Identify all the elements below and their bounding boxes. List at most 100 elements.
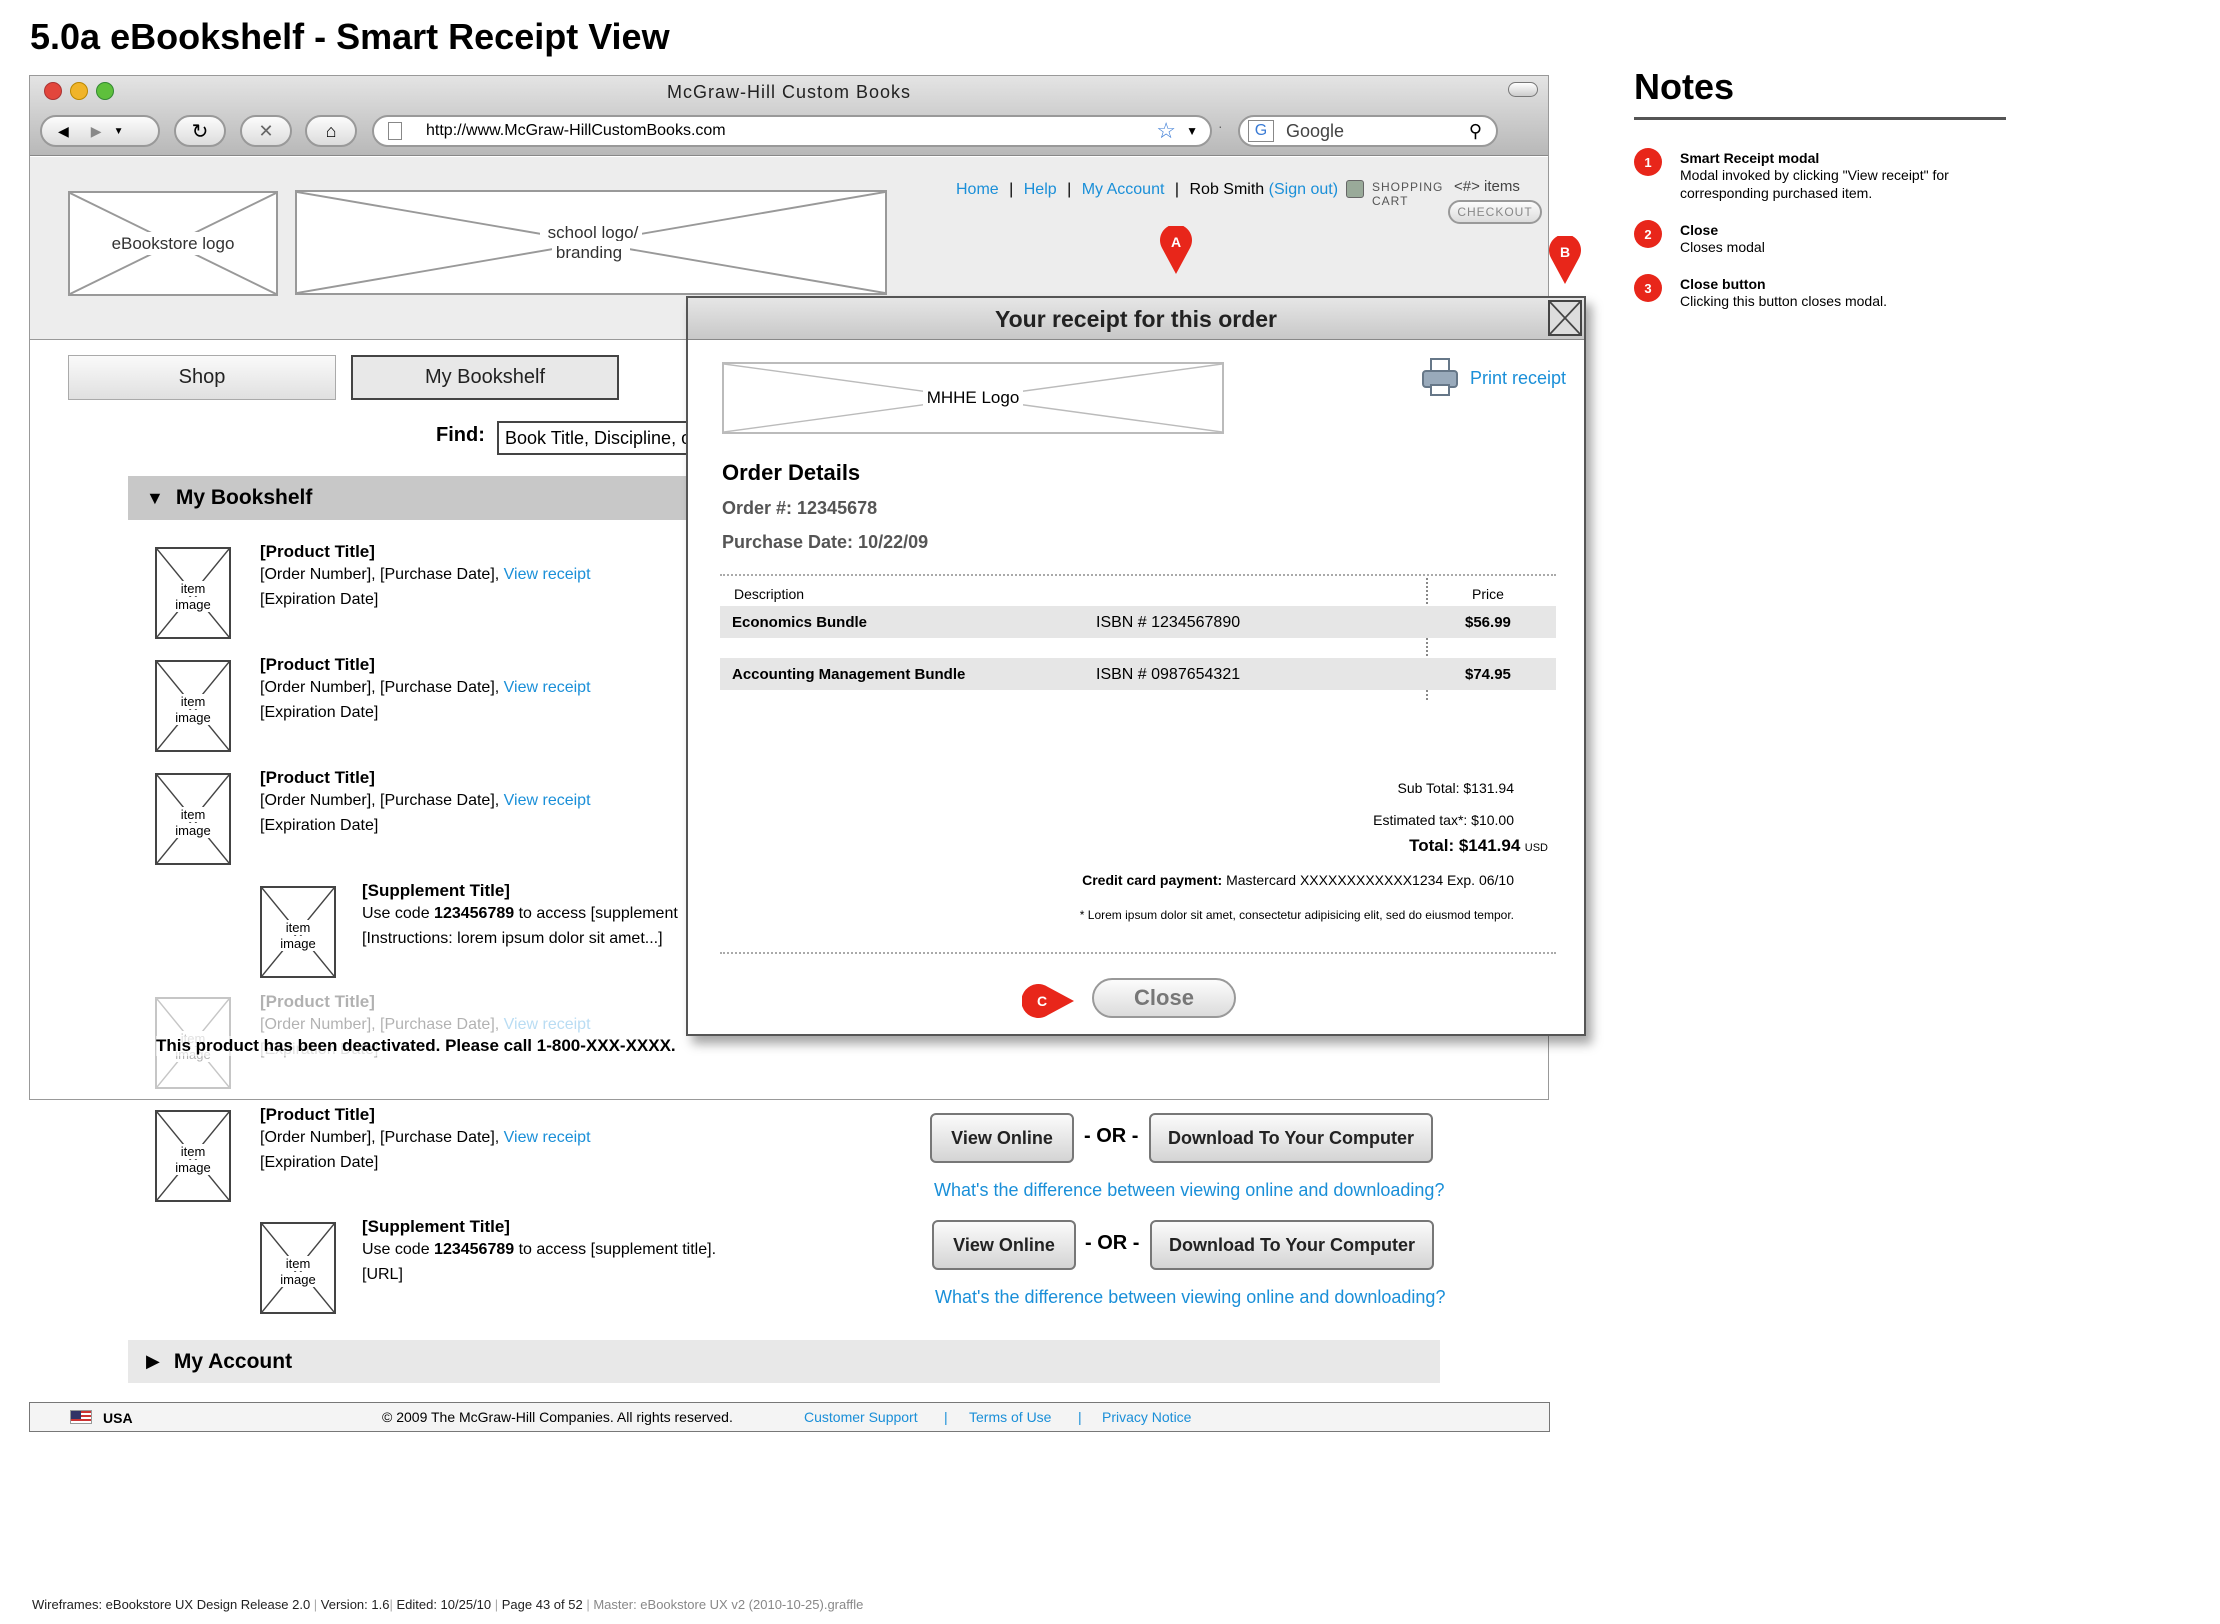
nav-signout-link[interactable]: Sign out xyxy=(1274,181,1333,198)
supplement-code: 123456789 xyxy=(434,905,515,922)
search-placeholder[interactable]: Google xyxy=(1286,121,1344,142)
close-button[interactable]: Close xyxy=(1092,978,1236,1018)
modal-close-icon[interactable] xyxy=(1548,300,1582,336)
supplement-title: [Supplement Title] xyxy=(362,1217,510,1236)
cart-icon[interactable] xyxy=(1346,180,1364,198)
customer-support-link[interactable]: Customer Support xyxy=(804,1409,918,1425)
view-receipt-link[interactable]: View receipt xyxy=(504,1129,591,1146)
view-online-button[interactable]: View Online xyxy=(930,1113,1074,1163)
tab-bookshelf[interactable]: My Bookshelf xyxy=(351,355,619,400)
expiration-date: [Expiration Date] xyxy=(260,704,379,721)
history-dropdown-icon[interactable]: ▼ xyxy=(114,126,124,137)
school-logo: school logo/branding xyxy=(295,190,887,295)
supplement-item: [Supplement Title] Use code 123456789 to … xyxy=(362,1217,716,1287)
col-description-header: Description xyxy=(734,586,805,602)
mhhe-logo: MHHE Logo xyxy=(722,362,1224,434)
doc-version: Version: 1.6 xyxy=(320,1597,390,1612)
row-product-name: Accounting Management Bundle xyxy=(732,666,966,683)
ebookstore-logo: eBookstore logo xyxy=(68,191,278,296)
tab-shop[interactable]: Shop xyxy=(68,355,336,400)
terms-link[interactable]: Terms of Use xyxy=(969,1409,1051,1425)
back-arrow-icon[interactable]: ◀ xyxy=(58,123,69,140)
callout-a-marker: A xyxy=(1160,224,1192,276)
supplement-item: [Supplement Title] Use code 123456789 to … xyxy=(362,881,678,951)
view-receipt-link[interactable]: View receipt xyxy=(504,1016,591,1033)
reload-button[interactable]: ↻ xyxy=(174,115,226,147)
download-button[interactable]: Download To Your Computer xyxy=(1149,1113,1433,1163)
view-online-button[interactable]: View Online xyxy=(932,1220,1076,1270)
view-receipt-link[interactable]: View receipt xyxy=(504,566,591,583)
expand-triangle-icon[interactable]: ▶ xyxy=(146,1351,160,1372)
item-image-line1: item xyxy=(285,1256,311,1271)
nav-help-link[interactable]: Help xyxy=(1024,181,1057,198)
credit-card-value: Mastercard XXXXXXXXXXXX1234 Exp. 06/10 xyxy=(1226,872,1514,888)
note-desc: Clicking this button closes modal. xyxy=(1680,293,1887,309)
url-dropdown-icon[interactable]: ▼ xyxy=(1186,124,1198,138)
account-heading: My Account xyxy=(173,1349,293,1373)
order-info: [Order Number], [Purchase Date], View re… xyxy=(260,1125,591,1151)
difference-link[interactable]: What's the difference between viewing on… xyxy=(935,1287,1445,1308)
col-price-header: Price xyxy=(1472,586,1504,602)
download-button[interactable]: Download To Your Computer xyxy=(1150,1220,1434,1270)
nav-account-link[interactable]: My Account xyxy=(1082,181,1165,198)
supplement-code: 123456789 xyxy=(434,1241,515,1258)
doc-page: Page 43 of 52 xyxy=(501,1597,583,1612)
url-text[interactable]: http://www.McGraw-HillCustomBooks.com xyxy=(426,122,726,140)
window-toggle-button[interactable] xyxy=(1508,82,1538,97)
item-image: itemimage xyxy=(155,660,231,752)
page-bg-cover xyxy=(0,1095,28,1105)
printer-icon[interactable] xyxy=(1422,358,1458,396)
find-input[interactable]: Book Title, Discipline, or xyxy=(497,421,692,455)
shopping-cart-label[interactable]: SHOPPING CART xyxy=(1372,180,1443,208)
print-receipt-link[interactable]: Print receipt xyxy=(1470,368,1566,389)
view-online-label: View Online xyxy=(951,1127,1053,1148)
note-title: Close xyxy=(1680,222,1719,238)
view-receipt-link[interactable]: View receipt xyxy=(504,679,591,696)
doc-master: Master: eBookstore UX v2 (2010-10-25).gr… xyxy=(593,1597,864,1612)
total-row: Total: $141.94 USD xyxy=(1409,836,1548,856)
product-title: [Product Title] xyxy=(260,1105,375,1124)
supp-access: to access [supplement title]. xyxy=(518,1241,717,1258)
callout-c-letter: C xyxy=(1036,993,1048,1009)
footnote: * Lorem ipsum dolor sit amet, consectetu… xyxy=(1079,908,1514,922)
footer-separator: | xyxy=(1078,1409,1082,1425)
google-icon[interactable]: G xyxy=(1248,120,1274,142)
country-label: USA xyxy=(103,1410,133,1426)
privacy-link[interactable]: Privacy Notice xyxy=(1102,1409,1191,1425)
bookshelf-section-header[interactable]: ▼ My Bookshelf xyxy=(128,476,688,520)
product-title: [Product Title] xyxy=(260,992,375,1011)
account-section-header[interactable]: ▶ My Account xyxy=(128,1340,1440,1383)
difference-link[interactable]: What's the difference between viewing on… xyxy=(934,1180,1444,1201)
cart-line1: SHOPPING xyxy=(1372,180,1444,194)
supplement-extra: [Instructions: lorem ipsum dolor sit ame… xyxy=(362,930,663,947)
item-image: itemimage xyxy=(260,886,336,978)
note-number-badge: 3 xyxy=(1634,274,1662,302)
search-icon[interactable]: ⚲ xyxy=(1469,121,1482,142)
callout-a-letter: A xyxy=(1170,234,1182,250)
view-receipt-link[interactable]: View receipt xyxy=(504,792,591,809)
receipt-row: Economics Bundle ISBN # 1234567890 $56.99 xyxy=(720,606,1556,638)
stop-button[interactable]: ✕ xyxy=(240,115,292,147)
item-image-line2: image xyxy=(280,936,316,951)
search-bar[interactable]: G Google ⚲ xyxy=(1238,115,1498,147)
nav-home-link[interactable]: Home xyxy=(956,181,999,198)
collapse-triangle-icon[interactable]: ▼ xyxy=(146,488,164,509)
receipt-row: Accounting Management Bundle ISBN # 09876… xyxy=(720,658,1556,690)
checkout-button[interactable]: CHECKOUT xyxy=(1448,200,1542,224)
back-forward-buttons[interactable]: ◀ ▶ ▼ xyxy=(40,115,160,147)
bookmark-star-icon[interactable]: ☆ xyxy=(1156,118,1176,144)
find-label: Find: xyxy=(436,424,485,446)
note-number-badge: 2 xyxy=(1634,220,1662,248)
expiration-date: [Expiration Date] xyxy=(260,817,379,834)
item-image-line2: image xyxy=(175,1160,211,1175)
cart-items-count: <#> items xyxy=(1454,178,1520,195)
us-flag-icon xyxy=(70,1410,92,1424)
modal-title: Your receipt for this order xyxy=(994,306,1277,332)
deactivated-message: This product has been deactivated. Pleas… xyxy=(156,1036,676,1056)
forward-arrow-icon[interactable]: ▶ xyxy=(91,123,102,140)
note-desc: Modal invoked by clicking "View receipt"… xyxy=(1680,167,1949,183)
credit-card-row: Credit card payment: Mastercard XXXXXXXX… xyxy=(1082,872,1514,888)
item-image: itemimage xyxy=(155,1110,231,1202)
address-bar[interactable]: http://www.McGraw-HillCustomBooks.com ☆ … xyxy=(372,115,1212,147)
home-button[interactable]: ⌂ xyxy=(305,115,357,147)
